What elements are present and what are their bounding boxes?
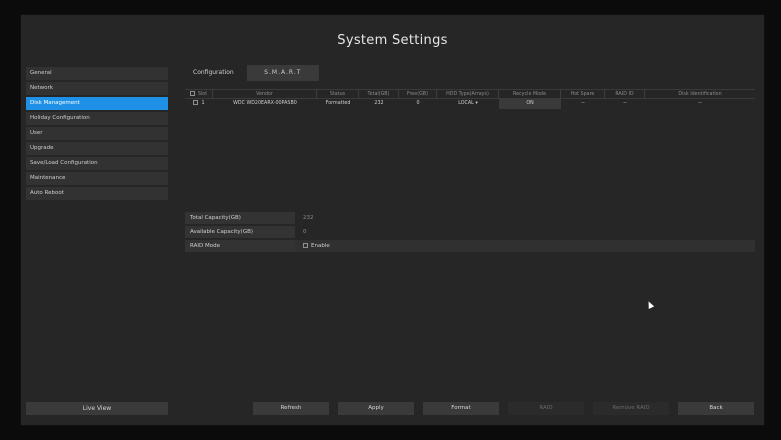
column-header-slot[interactable]: Slot — [185, 90, 213, 98]
tab-configuration[interactable]: Configuration — [185, 65, 242, 81]
cell-hdd-type-dropdown[interactable]: LOCAL ▾ — [437, 99, 499, 109]
column-header-raid-id: RAID ID — [605, 90, 645, 98]
chevron-down-icon: ▾ — [475, 101, 478, 106]
refresh-button[interactable]: Refresh — [253, 402, 329, 415]
column-header-free: Free(GB) — [399, 90, 437, 98]
disk-table: Slot Vendor Status Total(GB) Free(GB) HD… — [185, 89, 755, 109]
raid-enable-toggle[interactable]: Enable — [295, 240, 755, 252]
column-header-hot-spare: Hot Spare — [561, 90, 605, 98]
cell-vendor: WDC WD20EARX-00PASB0 — [233, 101, 297, 106]
table-row[interactable]: 1 WDC WD20EARX-00PASB0 Formatted 232 0 L… — [185, 99, 755, 109]
cell-status: Formatted — [325, 101, 351, 106]
column-header-total: Total(GB) — [359, 90, 399, 98]
column-header-disk-identification: Disk Identification — [678, 92, 722, 97]
column-header-vendor: Vendor — [213, 90, 317, 98]
tab-smart[interactable]: S.M.A.R.T — [246, 65, 319, 81]
column-header-recycle-mode: Recycle Mode — [499, 90, 561, 98]
sidebar-item-disk-management[interactable]: Disk Management — [26, 97, 168, 110]
mouse-cursor-icon — [645, 300, 655, 309]
tab-bar: Configuration S.M.A.R.T — [185, 65, 319, 81]
raid-button[interactable]: RAID — [508, 402, 584, 415]
column-header-hdd-type: HDD Type(Arrays) — [437, 90, 499, 98]
apply-button[interactable]: Apply — [338, 402, 414, 415]
cell-free: 0 — [416, 101, 420, 106]
capacity-info: Total Capacity(GB) 232 Available Capacit… — [185, 212, 755, 254]
cell-slot[interactable]: 1 — [185, 99, 213, 109]
live-view-button[interactable]: Live View — [26, 402, 168, 415]
sidebar-item-upgrade[interactable]: Upgrade — [26, 142, 168, 155]
page-title: System Settings — [337, 33, 448, 48]
format-button[interactable]: Format — [423, 402, 499, 415]
available-capacity-row: Available Capacity(GB) 0 — [185, 226, 755, 238]
cell-hot-spare: -- — [581, 101, 585, 106]
table-header: Slot Vendor Status Total(GB) Free(GB) HD… — [185, 89, 755, 99]
sidebar: General Network Disk Management Holiday … — [26, 67, 168, 202]
sidebar-item-auto-reboot[interactable]: Auto Reboot — [26, 187, 168, 200]
remove-raid-button[interactable]: Remove RAID — [593, 402, 669, 415]
raid-enable-checkbox[interactable] — [303, 243, 308, 248]
sidebar-item-general[interactable]: General — [26, 67, 168, 80]
sidebar-item-user[interactable]: User — [26, 127, 168, 140]
cell-disk-identification: -- — [698, 101, 702, 106]
cell-recycle-mode[interactable]: ON — [499, 99, 561, 109]
sidebar-item-maintenance[interactable]: Maintenance — [26, 172, 168, 185]
raid-mode-label: RAID Mode — [185, 240, 295, 252]
available-capacity-value: 0 — [303, 229, 307, 235]
total-capacity-row: Total Capacity(GB) 232 — [185, 212, 755, 224]
available-capacity-label: Available Capacity(GB) — [185, 226, 295, 238]
cell-raid-id: -- — [623, 101, 627, 106]
action-buttons: Refresh Apply Format RAID Remove RAID Ba… — [253, 402, 754, 415]
back-button[interactable]: Back — [678, 402, 754, 415]
select-all-checkbox[interactable] — [189, 91, 195, 96]
raid-enable-label: Enable — [311, 243, 330, 249]
cell-total: 232 — [374, 101, 384, 106]
sidebar-item-network[interactable]: Network — [26, 82, 168, 95]
total-capacity-label: Total Capacity(GB) — [185, 212, 295, 224]
total-capacity-value: 232 — [303, 215, 314, 221]
sidebar-item-save-load-configuration[interactable]: Save/Load Configuration — [26, 157, 168, 170]
sidebar-item-holiday-configuration[interactable]: Holiday Configuration — [26, 112, 168, 125]
raid-mode-row: RAID Mode Enable — [185, 240, 755, 252]
settings-screen: System Settings General Network Disk Man… — [20, 14, 765, 426]
column-header-status: Status — [317, 90, 359, 98]
row-checkbox[interactable] — [193, 100, 199, 105]
